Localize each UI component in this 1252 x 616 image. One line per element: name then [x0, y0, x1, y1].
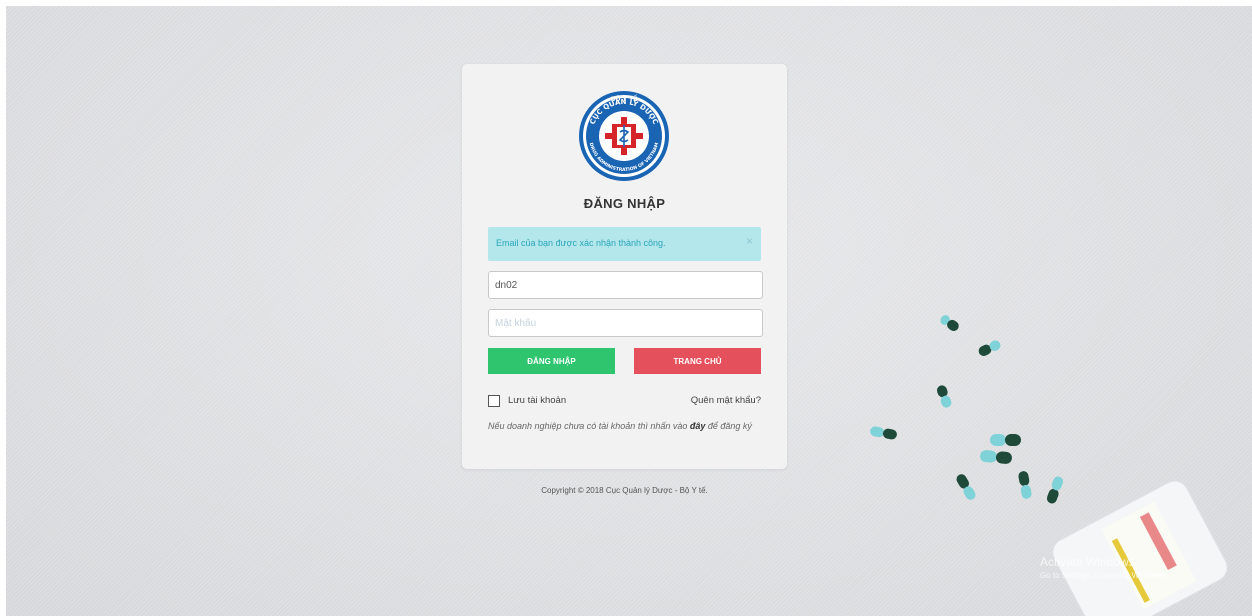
success-alert: Email của bạn được xác nhận thành công. … [488, 227, 761, 261]
watermark-line1: Activate Windows [1040, 555, 1135, 569]
dav-logo-icon: CỤC QUẢN LÝ DƯỢC DRUG ADMINISTRATION OF … [579, 91, 669, 181]
dav-logo: CỤC QUẢN LÝ DƯỢC DRUG ADMINISTRATION OF … [577, 89, 671, 188]
register-note-suffix: để đăng ký [705, 421, 752, 431]
login-button[interactable]: ĐĂNG NHẬP [488, 348, 615, 374]
register-note-text: Nếu doanh nghiệp chưa có tài khoản thì n… [488, 421, 690, 431]
close-icon[interactable]: × [746, 234, 753, 248]
register-note: Nếu doanh nghiệp chưa có tài khoản thì n… [488, 420, 762, 432]
svg-text:BỘ Y TẾ: BỘ Y TẾ [611, 95, 638, 103]
register-link[interactable]: đây [690, 421, 706, 431]
copyright-text: Copyright © 2018 Cục Quản lý Dược - Bộ Y… [541, 486, 708, 495]
remember-label: Lưu tài khoản [508, 395, 567, 406]
watermark-line2: Go to Settings to activate Windows. [1040, 571, 1167, 580]
username-input[interactable] [488, 271, 763, 299]
activate-windows-watermark: Activate Windows Go to Settings to activ… [1040, 555, 1166, 580]
login-title: ĐĂNG NHẬP [583, 196, 666, 211]
svg-text:D.A.V: D.A.V [616, 155, 632, 161]
login-card: CỤC QUẢN LÝ DƯỢC DRUG ADMINISTRATION OF … [462, 64, 787, 469]
password-input[interactable] [488, 309, 763, 337]
home-button[interactable]: TRANG CHỦ [634, 348, 761, 374]
alert-message: Email của bạn được xác nhận thành công. [496, 238, 666, 248]
forgot-password-link[interactable]: Quên mật khẩu? [691, 395, 761, 406]
remember-checkbox[interactable] [488, 395, 500, 407]
